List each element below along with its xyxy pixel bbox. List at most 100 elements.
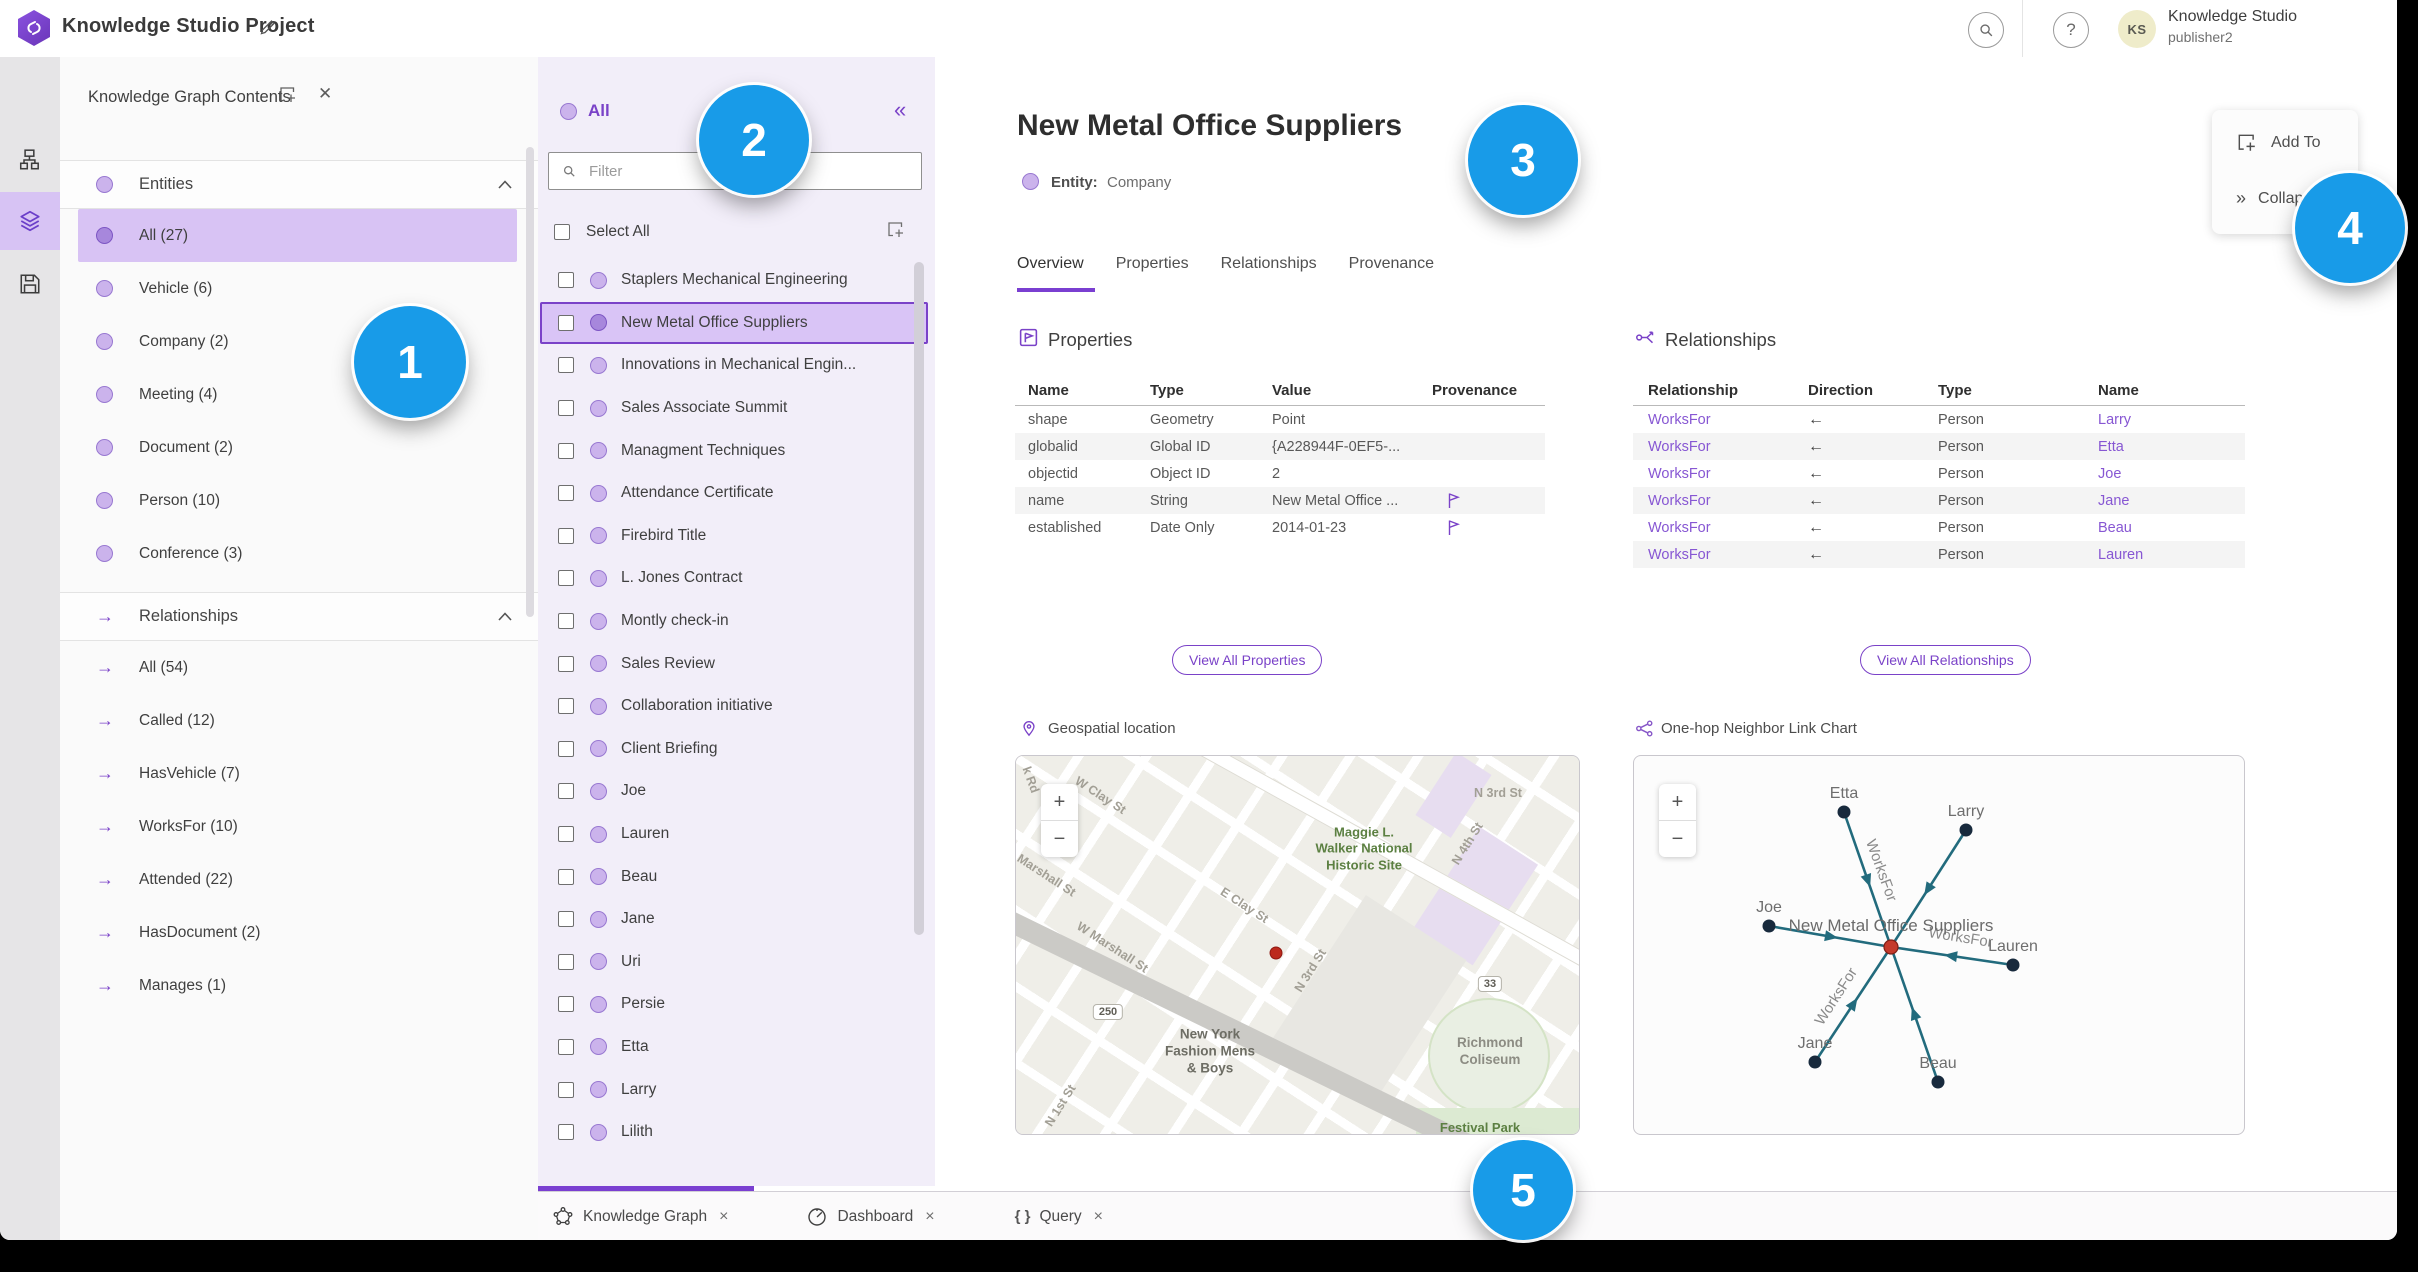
detail-tab-properties[interactable]: Properties <box>1116 255 1189 273</box>
close-tab-icon[interactable]: × <box>719 1208 728 1226</box>
relationship-type-item[interactable]: → HasDocument (2) <box>78 906 517 959</box>
chevron-up-icon[interactable] <box>498 612 512 621</box>
relationship-type-item[interactable]: → All (54) <box>78 641 517 694</box>
entity-instance-item[interactable]: Montly check-in <box>540 600 928 643</box>
relationship-row[interactable]: WorksFor ← Person Larry <box>1633 406 2245 433</box>
property-row[interactable]: name String New Metal Office ... <box>1015 487 1545 514</box>
entity-instance-item[interactable]: Etta <box>540 1026 928 1069</box>
relationship-type-item[interactable]: → Called (12) <box>78 694 517 747</box>
entity-instance-item[interactable]: Lauren <box>540 813 928 856</box>
instance-checkbox[interactable] <box>558 1124 574 1141</box>
entity-instance-item[interactable]: Attendance Certificate <box>540 472 928 515</box>
instance-checkbox[interactable] <box>558 698 574 715</box>
search-button[interactable] <box>1968 12 2004 48</box>
property-row[interactable]: globalid Global ID {A228944F-0EF5-... <box>1015 433 1545 460</box>
instance-checkbox[interactable] <box>558 570 574 587</box>
entity-instance-item[interactable]: Sales Review <box>540 642 928 685</box>
relationship-type-item[interactable]: → Manages (1) <box>78 959 517 1012</box>
relationship-link[interactable]: WorksFor <box>1648 520 1808 536</box>
view-tab-query[interactable]: { } Query × <box>1015 1208 1103 1226</box>
related-entity-link[interactable]: Jane <box>2098 493 2245 509</box>
entity-type-item[interactable]: Vehicle (6) <box>78 262 517 315</box>
add-to-new-icon[interactable] <box>886 220 905 239</box>
detail-tab-relationships[interactable]: Relationships <box>1221 255 1317 273</box>
instance-checkbox[interactable] <box>558 655 574 672</box>
instance-checkbox[interactable] <box>558 400 574 417</box>
entity-instance-item[interactable]: Lilith <box>540 1111 928 1154</box>
entity-type-item[interactable]: All (27) <box>78 209 517 262</box>
one-hop-link-chart[interactable]: WorksFor WorksFor WorksFor Etta Larry Joe Laur… <box>1633 755 2245 1135</box>
instance-checkbox[interactable] <box>558 1081 574 1098</box>
add-to-menu-item[interactable]: Add To <box>2236 132 2321 153</box>
view-tab-knowledge-graph[interactable]: Knowledge Graph × <box>552 1206 728 1228</box>
instance-checkbox[interactable] <box>558 783 574 800</box>
entity-instance-item[interactable]: Joe <box>540 770 928 813</box>
select-all-checkbox[interactable] <box>554 224 570 240</box>
instance-checkbox[interactable] <box>558 826 574 843</box>
view-all-relationships-button[interactable]: View All Relationships <box>1860 645 2031 675</box>
related-entity-link[interactable]: Joe <box>2098 466 2245 482</box>
relationship-row[interactable]: WorksFor ← Person Beau <box>1633 514 2245 541</box>
entity-instance-item[interactable]: Sales Associate Summit <box>540 387 928 430</box>
provenance-flag-icon[interactable] <box>1432 519 1545 536</box>
entity-instance-item[interactable]: Jane <box>540 898 928 941</box>
entity-instance-item[interactable]: Firebird Title <box>540 515 928 558</box>
relationship-link[interactable]: WorksFor <box>1648 439 1808 455</box>
entities-section-header[interactable]: Entities <box>60 160 538 209</box>
collapse-panel-icon[interactable]: « <box>894 97 906 123</box>
entity-instance-item[interactable]: Persie <box>540 983 928 1026</box>
entity-type-item[interactable]: Document (2) <box>78 421 517 474</box>
related-entity-link[interactable]: Etta <box>2098 439 2245 455</box>
zoom-out-button[interactable]: − <box>1659 821 1696 857</box>
contents-scrollbar[interactable] <box>526 147 534 617</box>
property-row[interactable]: objectid Object ID 2 <box>1015 460 1545 487</box>
entity-instance-item[interactable]: Staplers Mechanical Engineering <box>540 259 928 302</box>
entity-type-item[interactable]: Conference (3) <box>78 527 517 580</box>
instance-checkbox[interactable] <box>558 740 574 757</box>
entity-instance-item[interactable]: Larry <box>540 1068 928 1111</box>
relationship-row[interactable]: WorksFor ← Person Lauren <box>1633 541 2245 568</box>
relationship-row[interactable]: WorksFor ← Person Jane <box>1633 487 2245 514</box>
entity-instance-item[interactable]: Client Briefing <box>540 728 928 771</box>
detail-tab-overview[interactable]: Overview <box>1017 255 1084 273</box>
relationship-link[interactable]: WorksFor <box>1648 412 1808 428</box>
relationship-type-item[interactable]: → WorksFor (10) <box>78 800 517 853</box>
entity-instance-item[interactable]: L. Jones Contract <box>540 557 928 600</box>
instance-checkbox[interactable] <box>558 314 574 331</box>
instance-checkbox[interactable] <box>558 527 574 544</box>
entity-type-item[interactable]: Person (10) <box>78 474 517 527</box>
relationship-row[interactable]: WorksFor ← Person Joe <box>1633 460 2245 487</box>
relationship-link[interactable]: WorksFor <box>1648 493 1808 509</box>
close-panel-icon[interactable]: ✕ <box>318 84 332 104</box>
relationship-link[interactable]: WorksFor <box>1648 547 1808 563</box>
instance-checkbox[interactable] <box>558 1038 574 1055</box>
view-tab-dashboard[interactable]: Dashboard × <box>806 1206 935 1228</box>
related-entity-link[interactable]: Larry <box>2098 412 2245 428</box>
entity-instance-item[interactable]: Managment Techniques <box>540 429 928 472</box>
zoom-in-button[interactable]: + <box>1659 784 1696 821</box>
list-scrollbar[interactable] <box>914 262 924 935</box>
instance-checkbox[interactable] <box>558 996 574 1013</box>
add-to-new-icon[interactable] <box>278 85 297 104</box>
instance-checkbox[interactable] <box>558 911 574 928</box>
geospatial-map[interactable]: k Rd W Clay St E Clay St Marshall St W Marsh… <box>1015 755 1580 1135</box>
expand-rail-button[interactable]: » <box>0 1235 60 1240</box>
relationship-link[interactable]: WorksFor <box>1648 466 1808 482</box>
instance-checkbox[interactable] <box>558 485 574 502</box>
relationship-type-item[interactable]: → Attended (22) <box>78 853 517 906</box>
rail-item-layers[interactable] <box>0 192 60 250</box>
help-button[interactable]: ? <box>2053 12 2089 48</box>
instance-checkbox[interactable] <box>558 953 574 970</box>
instance-checkbox[interactable] <box>558 357 574 374</box>
zoom-in-button[interactable]: + <box>1041 784 1078 821</box>
instance-checkbox[interactable] <box>558 613 574 630</box>
property-row[interactable]: shape Geometry Point <box>1015 406 1545 433</box>
view-all-properties-button[interactable]: View All Properties <box>1172 645 1323 675</box>
provenance-flag-icon[interactable] <box>1432 492 1545 509</box>
zoom-out-button[interactable]: − <box>1041 821 1078 857</box>
entity-instance-item[interactable]: New Metal Office Suppliers <box>540 301 928 345</box>
rail-item-data-model[interactable] <box>0 131 60 189</box>
property-row[interactable]: established Date Only 2014-01-23 <box>1015 514 1545 541</box>
instance-checkbox[interactable] <box>558 868 574 885</box>
related-entity-link[interactable]: Lauren <box>2098 547 2245 563</box>
